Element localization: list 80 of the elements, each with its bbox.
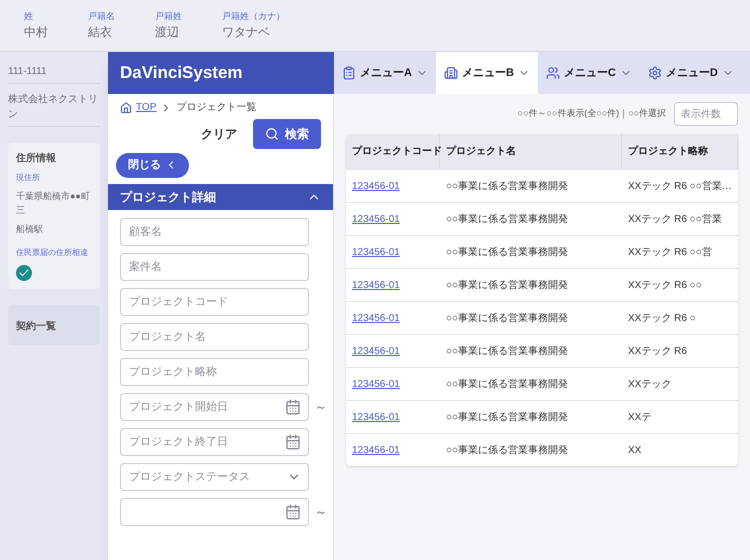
project-code-link[interactable]: 123456-01 bbox=[346, 178, 440, 194]
field-value: ワタナベ bbox=[222, 24, 271, 42]
field-label: 姓 bbox=[24, 10, 34, 23]
table-cell-text: ○○事業に係る営業事務開発 bbox=[445, 212, 570, 226]
table-cell-text: XXテック R6 ○○営業… bbox=[627, 180, 733, 194]
project-code-link[interactable]: 123456-01 bbox=[346, 442, 440, 458]
date-field[interactable]: プロジェクト開始日 bbox=[120, 392, 309, 420]
table-cell-text: ○○事業に係る営業事務開発 bbox=[445, 410, 570, 424]
home-icon[interactable] bbox=[120, 102, 132, 114]
date-field[interactable]: プロジェクト終了日 bbox=[120, 428, 309, 456]
clipboard-icon bbox=[342, 66, 356, 80]
table-cell-text: XXテック R6 bbox=[627, 344, 688, 358]
card-title: 住所情報 bbox=[16, 152, 57, 166]
section-title: プロジェクト詳細 bbox=[120, 188, 216, 206]
calendar-icon[interactable] bbox=[285, 398, 301, 414]
close-button[interactable]: 閉じる bbox=[116, 153, 189, 178]
page-size-field[interactable]: 表示件数 bbox=[674, 102, 738, 126]
menu-tab[interactable]: メニューC bbox=[538, 52, 640, 94]
menu-tab[interactable]: メニューB bbox=[436, 52, 538, 94]
search-button[interactable]: 検索 bbox=[253, 119, 321, 149]
table-cell-text: ○○事業に係る営業事務開発 bbox=[445, 278, 570, 292]
table-cell-text: ○○事業に係る営業事務開発 bbox=[445, 312, 570, 326]
field-value: 渡辺 bbox=[155, 24, 180, 42]
clear-button[interactable]: クリア bbox=[193, 121, 245, 147]
field-label: 戸籍名 bbox=[88, 10, 115, 23]
field-value: 中村 bbox=[24, 24, 48, 42]
column-header: プロジェクト名 bbox=[440, 134, 622, 169]
breadcrumb-link[interactable]: TOP bbox=[136, 100, 156, 115]
table-cell-text: XXテ bbox=[627, 410, 652, 424]
field-value: 株式会社ネクストリン bbox=[8, 92, 100, 127]
address-line: 船橋駅 bbox=[16, 223, 44, 236]
address-line: 千葉県船橋市●●町三 bbox=[16, 190, 91, 216]
range-tilde: ～ bbox=[315, 504, 327, 520]
field-value: 111-1111 bbox=[8, 64, 100, 84]
project-code-link[interactable]: 123456-01 bbox=[346, 310, 440, 326]
users-icon bbox=[546, 66, 560, 80]
input-field[interactable]: 案件名 bbox=[120, 252, 309, 280]
menu-tab[interactable]: メニューA bbox=[334, 52, 436, 94]
input-field[interactable]: プロジェクト略称 bbox=[120, 358, 309, 386]
field-label: 現住所 bbox=[16, 172, 41, 184]
project-code-link[interactable]: 123456-01 bbox=[346, 244, 440, 260]
input-field[interactable]: 顧客名 bbox=[120, 218, 309, 246]
input-field[interactable]: プロジェクトコード bbox=[120, 288, 309, 316]
column-header: プロジェクト略称 bbox=[622, 134, 738, 169]
section-header[interactable]: プロジェクト詳細 bbox=[108, 184, 333, 210]
project-code-link[interactable]: 123456-01 bbox=[346, 410, 440, 424]
building-icon bbox=[444, 66, 458, 80]
calendar-icon[interactable] bbox=[285, 434, 301, 450]
field-value: 結衣 bbox=[88, 24, 113, 42]
select-field[interactable]: プロジェクトステータス bbox=[120, 462, 309, 490]
table-cell-text: XXテック R6 ○ bbox=[627, 312, 697, 326]
project-code-link[interactable]: 123456-01 bbox=[346, 212, 440, 226]
field-label: 住民票届の住所相違 bbox=[16, 246, 89, 258]
table-cell-text: XXテック R6 ○○営業 bbox=[627, 212, 723, 226]
project-code-link[interactable]: 123456-01 bbox=[346, 278, 440, 292]
input-field[interactable]: プロジェクト名 bbox=[120, 322, 309, 350]
table-cell-text: XXテック bbox=[627, 378, 672, 392]
result-summary: ○○件～○○件表示(全○○件)｜○○件選択 bbox=[518, 107, 666, 120]
range-tilde: ～ bbox=[315, 398, 327, 416]
menu-tab[interactable]: メニューD bbox=[640, 52, 742, 94]
table-cell-text: XXテック R6 ○○営 bbox=[627, 246, 713, 260]
field-label: 戸籍姓（カナ） bbox=[222, 10, 285, 23]
date-field[interactable] bbox=[120, 498, 309, 526]
gear-icon bbox=[648, 66, 662, 80]
table-cell-text: ○○事業に係る営業事務開発 bbox=[445, 180, 570, 194]
table-cell-text: ○○事業に係る営業事務開発 bbox=[445, 246, 570, 260]
table-cell-text: ○○事業に係る営業事務開発 bbox=[445, 344, 570, 358]
table-cell-text: XXテック R6 ○○ bbox=[627, 278, 703, 292]
project-code-link[interactable]: 123456-01 bbox=[346, 344, 440, 358]
project-code-link[interactable]: 123456-01 bbox=[346, 376, 440, 392]
table-cell-text: ○○事業に係る営業事務開発 bbox=[445, 444, 570, 458]
column-header: プロジェクトコード bbox=[346, 134, 440, 169]
calendar-icon[interactable] bbox=[285, 504, 301, 520]
search-icon bbox=[265, 127, 279, 141]
table-cell-text: XX bbox=[627, 444, 642, 458]
breadcrumb-current: プロジェクト一覧 bbox=[176, 100, 256, 115]
card-title: 契約一覧 bbox=[16, 320, 56, 332]
table-cell-text: ○○事業に係る営業事務開発 bbox=[445, 378, 570, 392]
logo: DaVinciSystem bbox=[108, 52, 334, 94]
field-label: 戸籍姓 bbox=[155, 10, 182, 23]
